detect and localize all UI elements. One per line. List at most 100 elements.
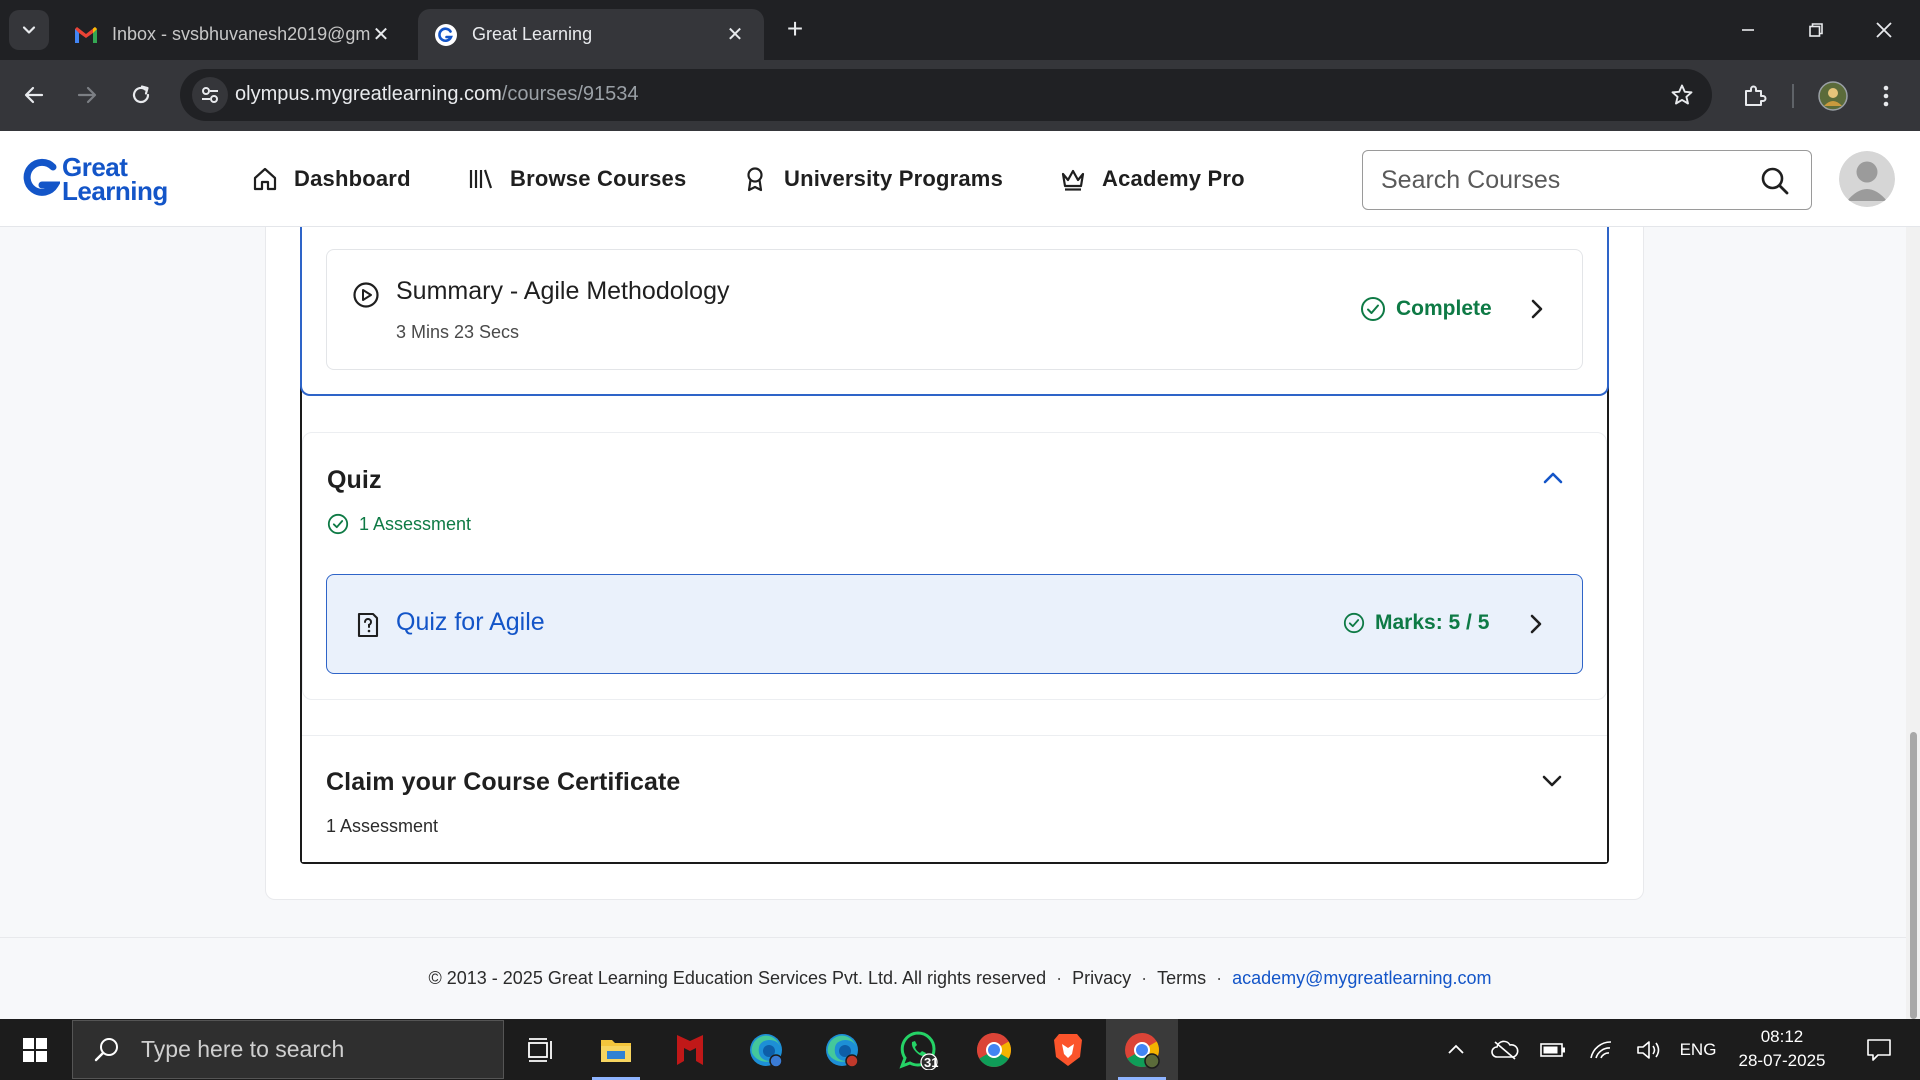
site-info-button[interactable]: [192, 77, 228, 113]
scrollbar-thumb[interactable]: [1910, 732, 1917, 1019]
onedrive-tray[interactable]: [1488, 1019, 1522, 1080]
close-tab-icon[interactable]: ✕: [724, 24, 746, 46]
browser-tab-bar: Inbox - svsbhuvanesh2019@gm ✕ Great Lear…: [0, 0, 1920, 60]
edge-icon: [826, 1033, 859, 1068]
nav-browse-courses-label: Browse Courses: [510, 166, 687, 191]
course-search[interactable]: [1362, 150, 1812, 210]
nav-university-programs-label: University Programs: [784, 166, 1003, 191]
volume-tray[interactable]: [1632, 1019, 1666, 1080]
separator-dot: ·: [1141, 968, 1148, 988]
notifications-button[interactable]: [1854, 1019, 1904, 1080]
bookmark-star-button[interactable]: [1668, 81, 1696, 109]
quiz-marks: Marks: 5 / 5: [1343, 611, 1489, 635]
tune-icon: [202, 87, 218, 103]
extensions-button[interactable]: [1736, 78, 1772, 114]
minimize-icon: [1742, 29, 1754, 31]
windows-logo-icon: [23, 1037, 47, 1062]
site-footer: © 2013 - 2025 Great Learning Education S…: [0, 937, 1920, 1019]
copyright-text: © 2013 - 2025 Great Learning Education S…: [428, 968, 1047, 988]
chevron-down-icon[interactable]: [1539, 768, 1565, 794]
section-certificate[interactable]: Claim your Course Certificate 1 Assessme…: [302, 736, 1607, 862]
restore-button[interactable]: [1782, 0, 1850, 60]
home-icon: [250, 164, 280, 194]
close-tab-icon[interactable]: ✕: [370, 24, 392, 46]
star-icon: [1671, 84, 1693, 105]
start-button[interactable]: [0, 1019, 70, 1080]
battery-tray[interactable]: [1536, 1019, 1570, 1080]
tab-gmail-inbox[interactable]: Inbox - svsbhuvanesh2019@gm ✕: [58, 9, 410, 60]
search-icon[interactable]: [1759, 165, 1791, 197]
forward-button[interactable]: [67, 75, 107, 115]
chevron-up-icon[interactable]: [1540, 465, 1566, 491]
nav-university-programs[interactable]: University Programs: [740, 161, 1003, 197]
reload-button[interactable]: [121, 75, 161, 115]
wifi-icon: [1590, 1040, 1612, 1058]
show-hidden-icons-button[interactable]: [1440, 1019, 1472, 1080]
puzzle-icon: [1745, 85, 1767, 106]
search-input[interactable]: [1381, 163, 1741, 197]
check-circle-icon: [1360, 296, 1386, 322]
taskbar-search-box[interactable]: Type here to search: [72, 1020, 504, 1079]
terms-link[interactable]: Terms: [1157, 968, 1206, 988]
notification-icon: [1867, 1038, 1891, 1061]
taskbar-brave[interactable]: [1032, 1019, 1104, 1080]
quiz-row-agile[interactable]: Quiz for Agile Marks: 5 / 5: [326, 574, 1583, 674]
forward-arrow-icon: [77, 86, 97, 104]
taskbar-file-explorer[interactable]: [580, 1019, 652, 1080]
taskbar-whatsapp[interactable]: 31: [882, 1019, 954, 1080]
tab-search-button[interactable]: [9, 10, 49, 50]
network-tray[interactable]: [1584, 1019, 1618, 1080]
taskbar-chrome-active[interactable]: [1106, 1019, 1178, 1080]
toolbar-divider: [1792, 84, 1794, 108]
task-view-button[interactable]: [504, 1019, 576, 1080]
taskbar-edge-profile-2[interactable]: [806, 1019, 878, 1080]
url-text: olympus.mygreatlearning.com/courses/9153…: [235, 83, 639, 106]
page-scrollbar[interactable]: [1906, 227, 1920, 1019]
back-arrow-icon: [24, 86, 44, 104]
nav-browse-courses[interactable]: Browse Courses: [466, 161, 686, 197]
brave-lion-icon: [1054, 1033, 1082, 1066]
library-icon: [466, 164, 496, 194]
battery-icon: [1540, 1042, 1565, 1057]
crown-icon: [1058, 164, 1088, 194]
logo-g-icon: [23, 158, 60, 196]
separator-dot: ·: [1216, 968, 1223, 988]
close-icon: [1876, 22, 1892, 38]
taskbar-chrome[interactable]: [958, 1019, 1030, 1080]
chevron-down-icon: [22, 26, 36, 34]
nav-dashboard[interactable]: Dashboard: [250, 161, 411, 197]
nav-academy-pro-label: Academy Pro: [1102, 166, 1245, 191]
chrome-menu-button[interactable]: [1868, 78, 1904, 114]
check-circle-icon: [327, 513, 349, 535]
great-learning-logo[interactable]: Great Learning: [22, 153, 182, 207]
back-button[interactable]: [14, 75, 54, 115]
lesson-row-summary[interactable]: Summary - Agile Methodology 3 Mins 23 Se…: [326, 249, 1583, 370]
minimize-button[interactable]: [1714, 0, 1782, 60]
taskbar-mcafee[interactable]: [654, 1019, 726, 1080]
url-path: /courses/91534: [501, 83, 639, 105]
logo-line-2: Learning: [62, 176, 168, 206]
system-clock[interactable]: 08:12 28-07-2025: [1726, 1025, 1838, 1073]
restore-icon: [1809, 23, 1823, 37]
contact-email-link[interactable]: academy@mygreatlearning.com: [1232, 968, 1491, 988]
tab-great-learning[interactable]: Great Learning ✕: [418, 9, 764, 60]
chevron-right-icon[interactable]: [1524, 296, 1550, 322]
footer-line: © 2013 - 2025 Great Learning Education S…: [0, 968, 1920, 989]
close-window-button[interactable]: [1850, 0, 1918, 60]
privacy-link[interactable]: Privacy: [1072, 968, 1131, 988]
lesson-status-label: Complete: [1396, 297, 1492, 320]
user-avatar[interactable]: [1839, 151, 1895, 207]
browser-toolbar: olympus.mygreatlearning.com/courses/9153…: [0, 60, 1920, 131]
new-tab-button[interactable]: +: [780, 15, 810, 45]
profile-button[interactable]: [1815, 78, 1851, 114]
address-bar[interactable]: olympus.mygreatlearning.com/courses/9153…: [180, 69, 1712, 121]
clock-time: 08:12: [1760, 1027, 1804, 1046]
edge-icon: [750, 1033, 783, 1068]
taskbar-edge-profile-1[interactable]: [730, 1019, 802, 1080]
site-header: Great Learning Dashboard Browse Courses …: [0, 131, 1920, 227]
language-indicator[interactable]: ENG: [1676, 1019, 1720, 1080]
nav-academy-pro[interactable]: Academy Pro: [1058, 161, 1245, 197]
chrome-profile-icon: [1125, 1032, 1160, 1069]
chevron-right-icon[interactable]: [1523, 611, 1549, 637]
gmail-icon: [74, 23, 98, 47]
